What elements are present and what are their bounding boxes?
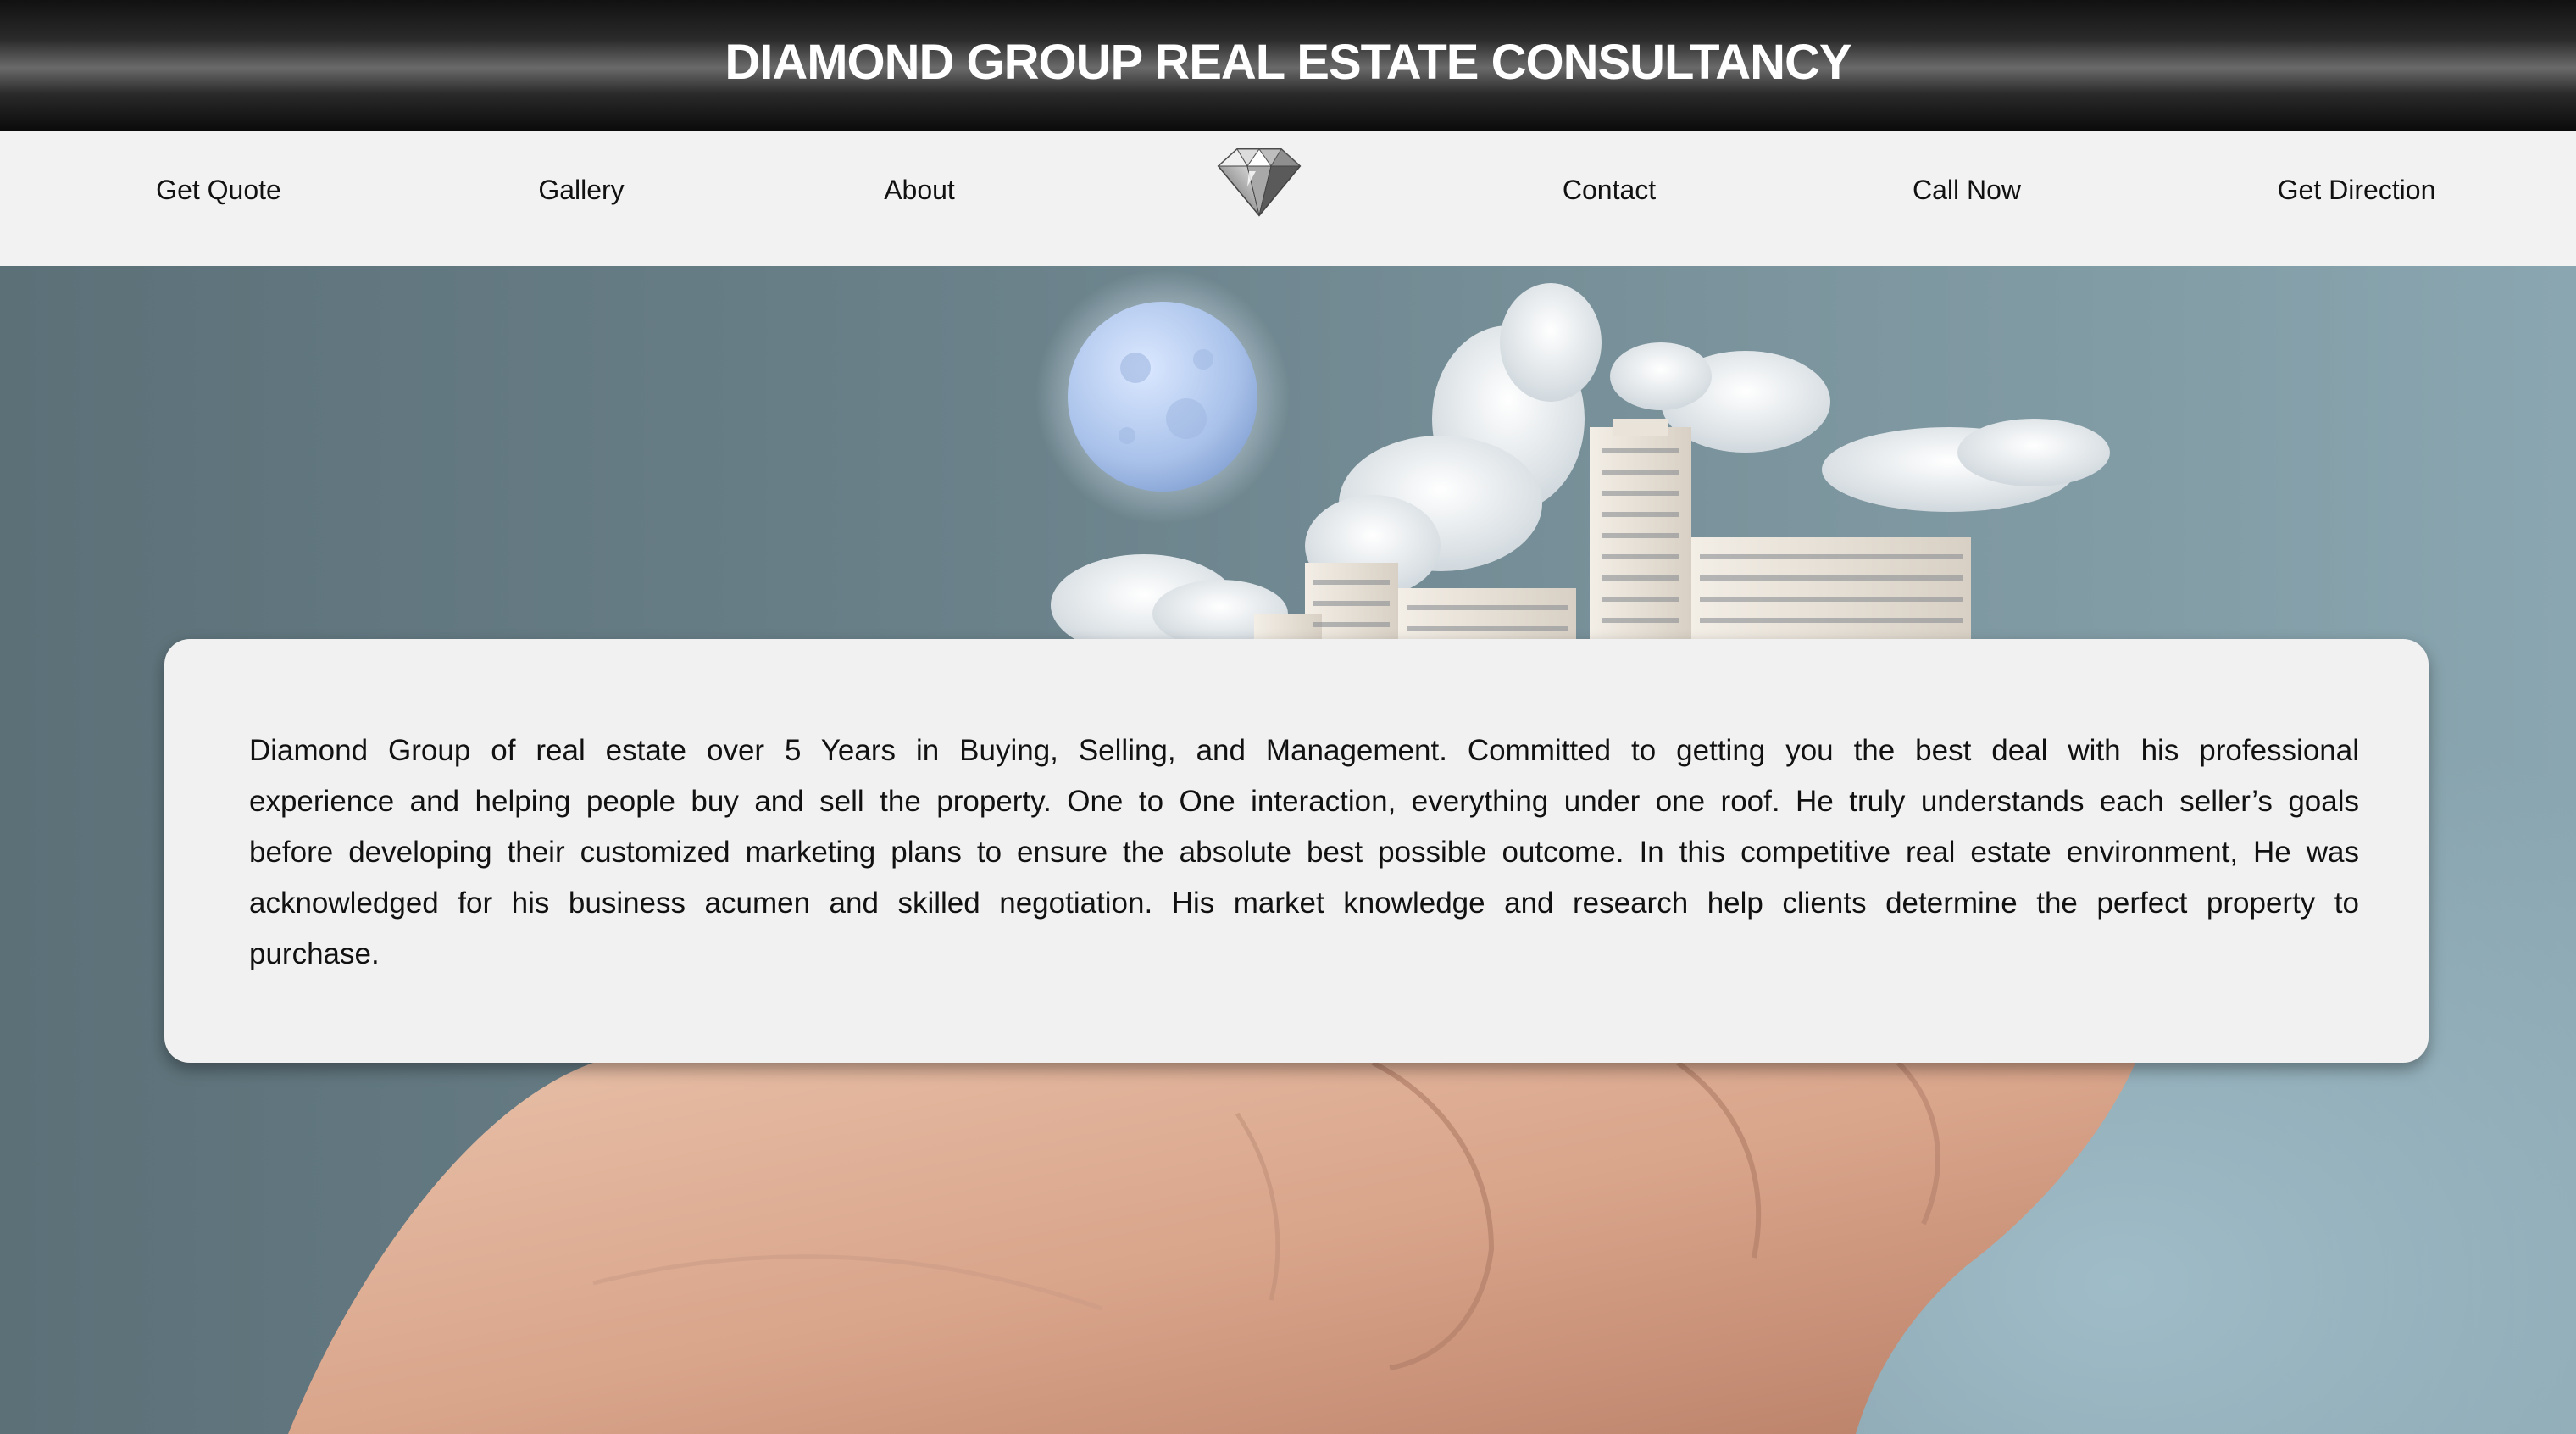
- diamond-icon[interactable]: [1217, 146, 1302, 217]
- nav-get-quote[interactable]: Get Quote: [156, 175, 281, 208]
- site-title: DIAMOND GROUP REAL ESTATE CONSULTANCY: [724, 34, 1852, 90]
- moon: [1068, 302, 1257, 492]
- nav-gallery[interactable]: Gallery: [538, 175, 624, 208]
- nav-call-now[interactable]: Call Now: [1913, 175, 2021, 208]
- nav-contact[interactable]: Contact: [1563, 175, 1656, 208]
- main-nav: Get Quote Gallery About Contact Call Now…: [0, 131, 2576, 266]
- nav-about[interactable]: About: [884, 175, 955, 208]
- about-text: Diamond Group of real estate over 5 Year…: [249, 734, 2359, 970]
- hand: [288, 1060, 2135, 1434]
- about-card: Diamond Group of real estate over 5 Year…: [164, 639, 2429, 1063]
- nav-get-direction[interactable]: Get Direction: [2278, 175, 2436, 208]
- top-banner: DIAMOND GROUP REAL ESTATE CONSULTANCY: [0, 0, 2576, 131]
